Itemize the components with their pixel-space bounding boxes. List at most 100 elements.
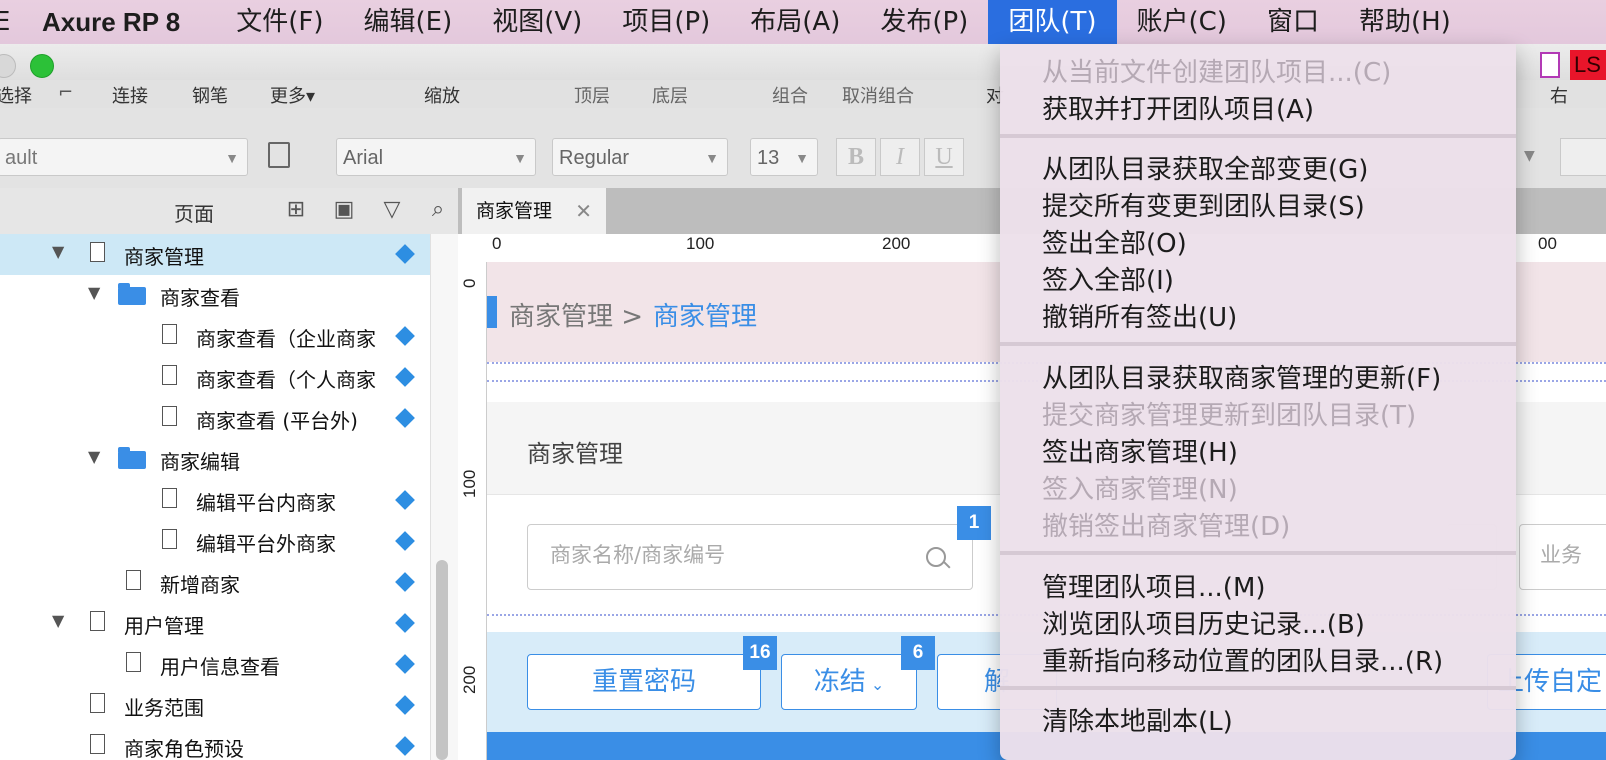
app-name-menu[interactable]: Axure RP 8 (0, 7, 216, 38)
ruler-v-label: 100 (460, 469, 479, 498)
zoom-dot-icon[interactable] (30, 54, 54, 78)
tree-item[interactable]: 编辑平台内商家 (0, 480, 430, 521)
chevron-down-icon: ⌄ (865, 675, 885, 694)
breadcrumb-parent: 商家管理 > (509, 302, 644, 332)
tree-item-label: 商家查看（企业商家 (196, 327, 376, 351)
menu-edit[interactable]: 编辑(E) (344, 0, 473, 44)
pages-scrollbar[interactable] (436, 560, 448, 760)
style-select[interactable]: ault ▼ (0, 138, 248, 176)
underline-button[interactable]: U (924, 138, 964, 176)
tree-item[interactable]: 用户信息查看 (0, 644, 430, 685)
folder-icon (118, 283, 146, 305)
expand-triangle-icon[interactable]: ▼ (88, 283, 100, 302)
select-dropdown-icon[interactable]: ⌐ (58, 82, 73, 103)
tree-item[interactable]: 商家角色预设 (0, 726, 430, 760)
menu-window[interactable]: 窗口 (1247, 0, 1339, 44)
page-purple-icon[interactable] (1540, 52, 1560, 78)
menu-item-check-out-all[interactable]: 签出全部(O) (1042, 223, 1187, 260)
menu-account[interactable]: 账户(C) (1117, 0, 1247, 44)
tree-item[interactable]: ▼ 商家查看 (0, 275, 430, 316)
close-icon[interactable]: ✕ (575, 188, 592, 234)
font-weight-select[interactable]: Regular ▼ (552, 138, 728, 176)
tree-item[interactable]: ▼ 商家编辑 (0, 439, 430, 480)
menu-help[interactable]: 帮助(H) (1339, 0, 1471, 44)
italic-button[interactable]: I (880, 138, 920, 176)
tool-group[interactable]: 组合 (772, 82, 808, 108)
tree-item[interactable]: 业务范围 (0, 685, 430, 726)
page-icon (162, 365, 177, 385)
menu-item-manage-team-project[interactable]: 管理团队项目...(M) (1042, 567, 1266, 604)
style-select-value: ault (5, 147, 38, 169)
chevron-down-icon: ▼ (705, 150, 719, 166)
menu-project[interactable]: 项目(P) (602, 0, 730, 44)
tool-send-back[interactable]: 底层 (652, 82, 688, 108)
expand-triangle-icon[interactable]: ▼ (52, 242, 64, 261)
font-size-select[interactable]: 13 ▼ (750, 138, 818, 176)
search-input[interactable]: 商家名称/商家编号 (527, 524, 973, 590)
fill-button[interactable] (1560, 138, 1606, 176)
menu-item-check-in-all[interactable]: 签入全部(I) (1042, 260, 1174, 297)
menu-item-browse-history[interactable]: 浏览团队项目历史记录...(B) (1042, 604, 1365, 641)
tool-ungroup[interactable]: 取消组合 (842, 82, 914, 108)
tool-bring-front[interactable]: 顶层 (574, 82, 610, 108)
tab-current-page[interactable]: 商家管理 ✕ (462, 188, 606, 234)
menu-layout[interactable]: 布局(A) (730, 0, 860, 44)
diamond-status-icon (395, 613, 415, 633)
ruler-v-label: 200 (460, 665, 479, 694)
reset-password-button[interactable]: 重置密码 (527, 654, 761, 710)
tree-item[interactable]: 编辑平台外商家 (0, 521, 430, 562)
menu-item-get-open-team-project[interactable]: 获取并打开团队项目(A) (1042, 89, 1314, 126)
tool-more[interactable]: 更多▾ (270, 82, 315, 108)
add-folder-icon[interactable]: ▣ (330, 196, 358, 224)
filter-icon[interactable]: ▽ (378, 196, 406, 224)
tool-zoom[interactable]: 缩放 (424, 82, 460, 108)
menu-separator (1000, 551, 1516, 555)
add-page-icon[interactable]: ⊞ (282, 196, 310, 224)
tool-connect[interactable]: 连接 (112, 82, 148, 108)
chevron-down-icon[interactable]: ▼ (1524, 148, 1535, 164)
diamond-status-icon (395, 490, 415, 510)
menu-item-commit-all-changes[interactable]: 提交所有变更到团队目录(S) (1042, 186, 1365, 223)
menu-item-check-out-page[interactable]: 签出商家管理(H) (1042, 432, 1238, 469)
menu-item-get-page-updates[interactable]: 从团队目录获取商家管理的更新(F) (1042, 358, 1441, 395)
search-placeholder: 商家名称/商家编号 (550, 543, 726, 567)
diamond-status-icon (395, 695, 415, 715)
expand-triangle-icon[interactable]: ▼ (88, 447, 100, 466)
menu-item-get-all-changes[interactable]: 从团队目录获取全部变更(G) (1042, 149, 1368, 186)
tool-right[interactable]: 右 (1550, 82, 1568, 108)
menu-team[interactable]: 团队(T) (988, 0, 1117, 44)
tree-item[interactable]: 商家查看（企业商家 (0, 316, 430, 357)
menu-item-repoint-directory[interactable]: 重新指向移动位置的团队目录...(R) (1042, 641, 1443, 678)
tree-item[interactable]: 商家查看（个人商家 (0, 357, 430, 398)
menu-view[interactable]: 视图(V) (472, 0, 602, 44)
menu-publish[interactable]: 发布(P) (860, 0, 988, 44)
tree-item[interactable]: 商家查看 (平台外) (0, 398, 430, 439)
freeze-button[interactable]: 冻结 ⌄ (781, 654, 917, 710)
page-icon (162, 406, 177, 426)
bold-button[interactable]: B (836, 138, 876, 176)
page-icon (90, 693, 105, 713)
tree-item[interactable]: 新增商家 (0, 562, 430, 603)
tree-item-label: 用户管理 (124, 614, 204, 638)
font-family-select[interactable]: Arial ▼ (336, 138, 536, 176)
font-family-value: Arial (343, 147, 384, 169)
font-weight-value: Regular (559, 147, 630, 169)
expand-triangle-icon[interactable]: ▼ (52, 611, 64, 630)
menu-item-clear-local-copy[interactable]: 清除本地副本(L) (1042, 701, 1233, 738)
tool-select[interactable]: 选择 (0, 82, 32, 108)
diamond-status-icon (395, 531, 415, 551)
menu-file[interactable]: 文件(F) (216, 0, 343, 44)
style-edit-icon[interactable] (268, 142, 290, 168)
search-icon[interactable]: ⌕ (424, 196, 452, 224)
tree-item-label: 商家编辑 (160, 450, 240, 474)
team-menu-dropdown: 从当前文件创建团队项目...(C) 获取并打开团队项目(A) 从团队目录获取全部… (1000, 44, 1516, 760)
tree-item[interactable]: ▼ 商家管理 (0, 234, 430, 275)
tree-item[interactable]: ▼ 用户管理 (0, 603, 430, 644)
count-badge: 1 (957, 506, 991, 540)
count-badge: 6 (901, 636, 935, 670)
tool-pen[interactable]: 钢笔 (192, 82, 228, 108)
right-input-text: 业务 (1540, 543, 1582, 567)
menu-item-undo-all-checkouts[interactable]: 撤销所有签出(U) (1042, 297, 1237, 334)
minimize-dot-icon[interactable] (0, 54, 16, 78)
right-input[interactable]: 业务 (1519, 524, 1606, 590)
